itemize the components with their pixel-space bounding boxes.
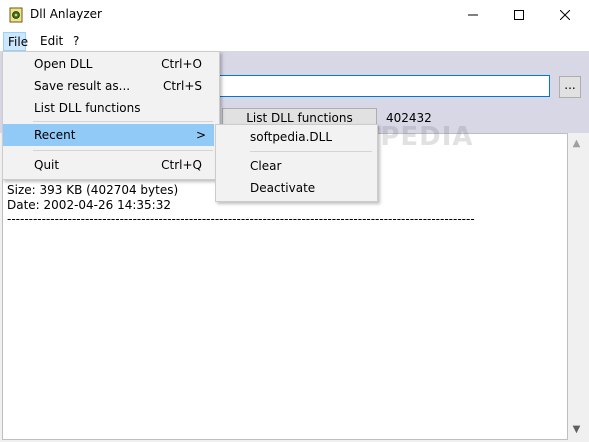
close-button[interactable] bbox=[542, 0, 588, 31]
scroll-down-arrow-icon[interactable]: ▼ bbox=[568, 421, 585, 438]
menu-file[interactable]: File bbox=[3, 32, 28, 51]
menu-item-list-dll-functions[interactable]: List DLL functions bbox=[3, 97, 214, 119]
menu-item-shortcut: Ctrl+S bbox=[162, 79, 202, 93]
menu-separator bbox=[33, 150, 213, 151]
menu-item-label: Open DLL bbox=[34, 57, 93, 71]
menu-bar bbox=[0, 31, 589, 51]
menu-item-label: Deactivate bbox=[250, 181, 316, 195]
recent-item-clear[interactable]: Clear bbox=[218, 155, 374, 177]
menu-item-label: Save result as... bbox=[34, 79, 131, 93]
output-date-line: Date: 2002-04-26 14:35:32 bbox=[7, 198, 171, 212]
menu-item-open-dll[interactable]: Open DLL Ctrl+O bbox=[3, 53, 214, 75]
menu-separator bbox=[33, 121, 213, 122]
recent-item-deactivate[interactable]: Deactivate bbox=[218, 177, 374, 199]
maximize-icon bbox=[514, 9, 524, 23]
close-icon bbox=[559, 9, 571, 23]
menu-item-label: Quit bbox=[34, 158, 60, 172]
dll-path-input[interactable] bbox=[218, 75, 550, 97]
menu-item-label: Clear bbox=[250, 159, 282, 173]
window-title: Dll Anlayzer bbox=[30, 7, 102, 21]
output-size-line: Size: 393 KB (402704 bytes) bbox=[7, 183, 179, 197]
recent-item-softpedia-dll[interactable]: softpedia.DLL bbox=[218, 126, 374, 148]
submenu-arrow-icon: > bbox=[195, 128, 206, 142]
minimize-button[interactable] bbox=[450, 0, 496, 31]
menu-separator bbox=[250, 151, 372, 152]
menu-item-label: Recent bbox=[34, 128, 76, 142]
browse-button[interactable]: ... bbox=[559, 76, 581, 98]
menu-item-recent[interactable]: Recent > bbox=[3, 124, 214, 146]
menu-item-quit[interactable]: Quit Ctrl+Q bbox=[3, 154, 214, 176]
menu-item-label: List DLL functions bbox=[34, 101, 141, 115]
menu-help[interactable]: ? bbox=[68, 32, 84, 51]
scroll-up-arrow-icon[interactable]: ▲ bbox=[568, 135, 585, 152]
menu-item-label: softpedia.DLL bbox=[250, 130, 333, 144]
menu-item-save-result[interactable]: Save result as... Ctrl+S bbox=[3, 75, 214, 97]
output-separator-line: ----------------------------------------… bbox=[7, 212, 475, 226]
maximize-button[interactable] bbox=[496, 0, 542, 31]
menu-item-shortcut: Ctrl+O bbox=[161, 57, 202, 71]
dll-app-icon bbox=[9, 7, 23, 23]
vertical-scrollbar[interactable] bbox=[568, 133, 585, 440]
menu-item-shortcut: Ctrl+Q bbox=[161, 158, 202, 172]
minimize-icon bbox=[468, 9, 478, 23]
menu-edit[interactable]: Edit bbox=[35, 32, 68, 51]
